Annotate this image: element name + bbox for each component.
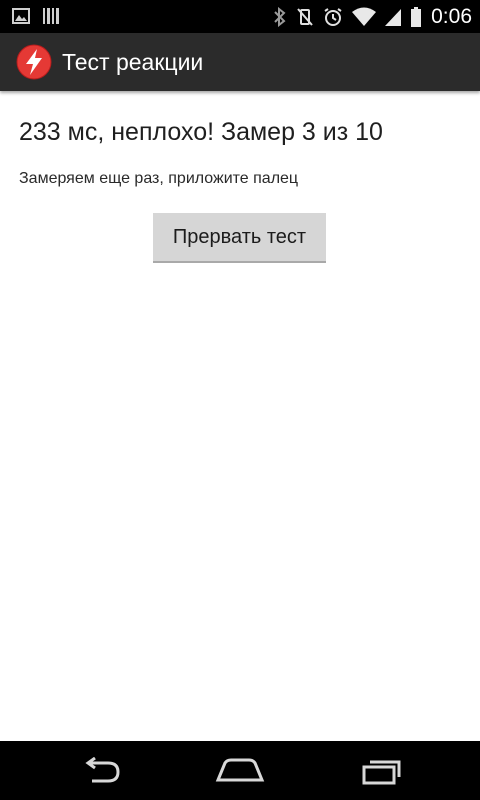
app-title: Тест реакции (62, 49, 204, 75)
recent-apps-icon (360, 757, 404, 785)
stop-test-button[interactable]: Прервать тест (153, 213, 326, 263)
screen: 0:06 Тест реакции 233 мс, неплохо! Замер… (0, 0, 480, 800)
result-heading: 233 мс, неплохо! Замер 3 из 10 (19, 118, 383, 146)
recent-apps-button[interactable] (352, 749, 412, 793)
instruction-text: Замеряем еще раз, приложите палец (19, 170, 299, 187)
picture-icon (12, 8, 30, 24)
back-button[interactable] (70, 749, 130, 793)
signal-icon (385, 7, 402, 27)
wifi-icon (352, 7, 377, 27)
status-time: 0:06 (431, 5, 472, 28)
home-button[interactable] (210, 749, 270, 793)
navigation-bar (0, 741, 480, 800)
battery-icon (410, 7, 422, 27)
main-content: 233 мс, неплохо! Замер 3 из 10 Замеряем … (0, 91, 480, 741)
alarm-icon (323, 7, 343, 27)
home-icon (215, 758, 265, 784)
vibrate-off-icon (296, 7, 314, 27)
bluetooth-icon (273, 6, 287, 28)
lightning-icon[interactable] (16, 44, 52, 80)
action-bar: Тест реакции (0, 33, 480, 91)
notification-icons (12, 7, 60, 25)
barcode-icon (42, 7, 60, 25)
system-icons: 0:06 (273, 6, 472, 28)
status-bar: 0:06 (0, 0, 480, 33)
back-icon (78, 756, 122, 785)
